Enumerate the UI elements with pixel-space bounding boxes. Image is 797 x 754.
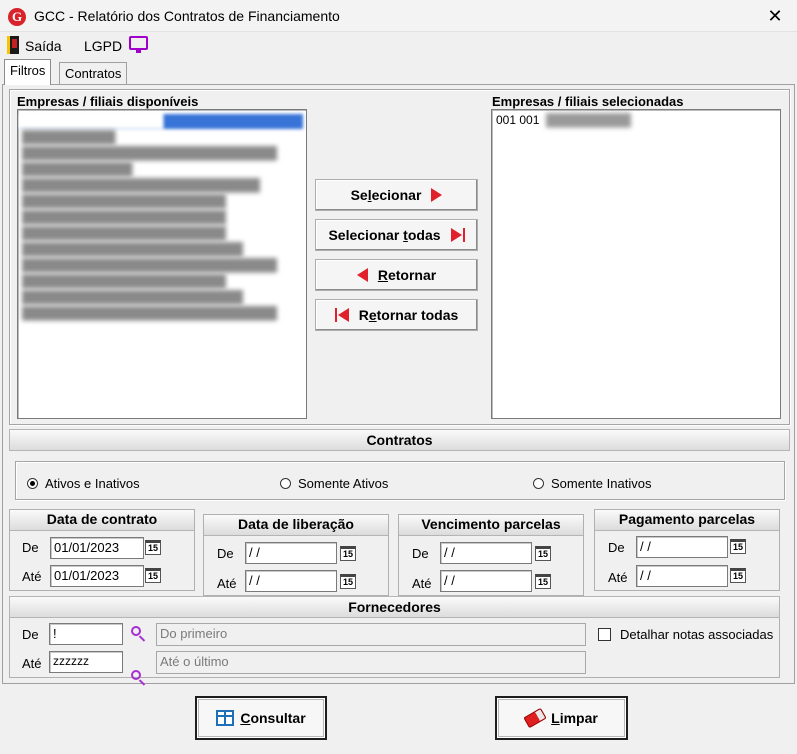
payment-date-from-input[interactable]: / / — [636, 536, 728, 558]
due-date-title: Vencimento parcelas — [399, 515, 583, 536]
payment-date-to-input[interactable]: / / — [636, 565, 728, 587]
return-all-button[interactable]: Retornar todas — [315, 299, 478, 331]
available-companies-list[interactable]: █████████████████ ███████████ ██████████… — [17, 109, 307, 419]
calendar-icon[interactable]: 15 — [730, 539, 746, 554]
return-button[interactable]: Retornar — [315, 259, 478, 291]
list-item-redacted[interactable]: ███████████ — [22, 130, 116, 145]
list-item-redacted[interactable]: █████████████████ — [19, 114, 303, 129]
list-item-redacted[interactable]: ██████████████████████████████ — [22, 258, 277, 273]
contracts-section-header: Contratos — [9, 429, 790, 451]
query-button-label: Consultar — [240, 710, 306, 726]
list-item-redacted[interactable]: ████████████████████████ — [22, 210, 226, 225]
supplier-to-name-field: Até o último — [156, 651, 586, 674]
payment-date-from-label: De — [608, 540, 625, 555]
list-item-redacted[interactable]: ██████████████████████████ — [22, 242, 243, 257]
payment-date-to-label: Até — [608, 570, 628, 585]
list-item-redacted[interactable]: ████████████████████████ — [22, 274, 226, 289]
select-all-button[interactable]: Selecionar todas — [315, 219, 478, 251]
table-search-icon — [216, 710, 235, 726]
due-date-from-input[interactable]: / / — [440, 542, 532, 564]
supplier-from-name-field: Do primeiro — [156, 623, 586, 646]
exit-door-icon[interactable] — [7, 36, 19, 54]
search-icon[interactable] — [131, 626, 147, 642]
tab-filtros[interactable]: Filtros — [4, 59, 52, 85]
list-item-redacted[interactable]: ████████████████████████ — [22, 226, 226, 241]
return-all-button-label: Retornar todas — [358, 307, 459, 323]
select-button[interactable]: Selecionar — [315, 179, 478, 211]
calendar-icon[interactable]: 15 — [340, 574, 356, 589]
release-date-from-label: De — [217, 546, 234, 561]
release-date-from-input[interactable]: / / — [245, 542, 337, 564]
search-icon[interactable] — [131, 670, 147, 686]
release-date-to-input[interactable]: / / — [245, 570, 337, 592]
release-date-title: Data de liberação — [204, 515, 388, 536]
radio-active-and-inactive[interactable]: Ativos e Inativos — [27, 476, 140, 491]
selected-companies-label: Empresas / filiais selecionadas — [492, 94, 684, 109]
select-all-button-label: Selecionar todas — [328, 227, 441, 243]
clear-button[interactable]: Limpar — [495, 696, 628, 740]
supplier-to-label: Até — [22, 656, 42, 671]
radio-dot-icon[interactable] — [280, 478, 291, 489]
contract-date-to-input[interactable]: 01/01/2023 — [50, 565, 144, 587]
detail-notes-label: Detalhar notas associadas — [620, 627, 774, 642]
radio-label: Somente Inativos — [551, 476, 652, 491]
supplier-from-code-input[interactable]: ! — [49, 623, 123, 645]
arrow-right-icon — [431, 188, 443, 202]
selected-companies-list[interactable]: 001 001 ██████████ — [491, 109, 781, 419]
available-companies-label: Empresas / filiais disponíveis — [17, 94, 199, 109]
release-date-to-label: Até — [217, 576, 237, 591]
monitor-icon[interactable] — [129, 36, 148, 53]
contract-date-to-label: Até — [22, 569, 42, 584]
exit-button[interactable]: Saída — [25, 38, 62, 54]
tab-contratos[interactable]: Contratos — [59, 62, 128, 84]
return-button-label: Retornar — [377, 267, 437, 283]
supplier-from-label: De — [22, 627, 39, 642]
calendar-icon[interactable]: 15 — [535, 546, 551, 561]
arrow-left-end-icon — [334, 308, 349, 322]
list-item-redacted[interactable]: ██████████████████████████████ — [22, 146, 277, 161]
window-title: GCC - Relatório dos Contratos de Financi… — [34, 8, 340, 24]
contract-date-from-input[interactable]: 01/01/2023 — [50, 537, 144, 559]
calendar-icon[interactable]: 15 — [340, 546, 356, 561]
calendar-icon[interactable]: 15 — [145, 568, 161, 583]
radio-only-active[interactable]: Somente Ativos — [280, 476, 388, 491]
calendar-icon[interactable]: 15 — [145, 540, 161, 555]
detail-notes-checkbox[interactable] — [598, 628, 611, 641]
radio-dot-icon[interactable] — [533, 478, 544, 489]
list-item-redacted[interactable]: ████████████████████████████ — [22, 178, 260, 193]
payment-date-title: Pagamento parcelas — [595, 510, 779, 531]
calendar-icon[interactable]: 15 — [730, 568, 746, 583]
contract-date-from-label: De — [22, 540, 39, 555]
lgpd-button[interactable]: LGPD — [84, 38, 122, 54]
suppliers-section-header: Fornecedores — [9, 596, 780, 618]
list-item-redacted[interactable]: ██████████████████████████ — [22, 290, 243, 305]
due-date-from-label: De — [412, 546, 429, 561]
selected-company-name-redacted[interactable]: ██████████ — [546, 113, 631, 127]
eraser-icon — [523, 707, 547, 729]
radio-dot-icon[interactable] — [27, 478, 38, 489]
select-button-label: Selecionar — [350, 187, 422, 203]
clear-button-label: Limpar — [551, 710, 598, 726]
calendar-icon[interactable]: 15 — [535, 574, 551, 589]
list-item-redacted[interactable]: █████████████ — [22, 162, 133, 177]
selected-company-code[interactable]: 001 001 — [496, 113, 539, 127]
list-item-redacted[interactable]: ██████████████████████████████ — [22, 306, 277, 321]
radio-label: Ativos e Inativos — [45, 476, 140, 491]
query-button[interactable]: Consultar — [195, 696, 327, 740]
app-logo-icon: G — [8, 8, 26, 26]
contract-date-title: Data de contrato — [10, 510, 194, 531]
radio-only-inactive[interactable]: Somente Inativos — [533, 476, 651, 491]
supplier-to-code-input[interactable]: zzzzzz — [49, 651, 123, 673]
radio-label: Somente Ativos — [298, 476, 389, 491]
list-item-redacted[interactable]: ████████████████████████ — [22, 194, 226, 209]
close-button[interactable]: ✕ — [760, 4, 790, 28]
arrow-left-icon — [356, 268, 368, 282]
due-date-to-input[interactable]: / / — [440, 570, 532, 592]
arrow-right-end-icon — [450, 228, 465, 242]
due-date-to-label: Até — [412, 576, 432, 591]
